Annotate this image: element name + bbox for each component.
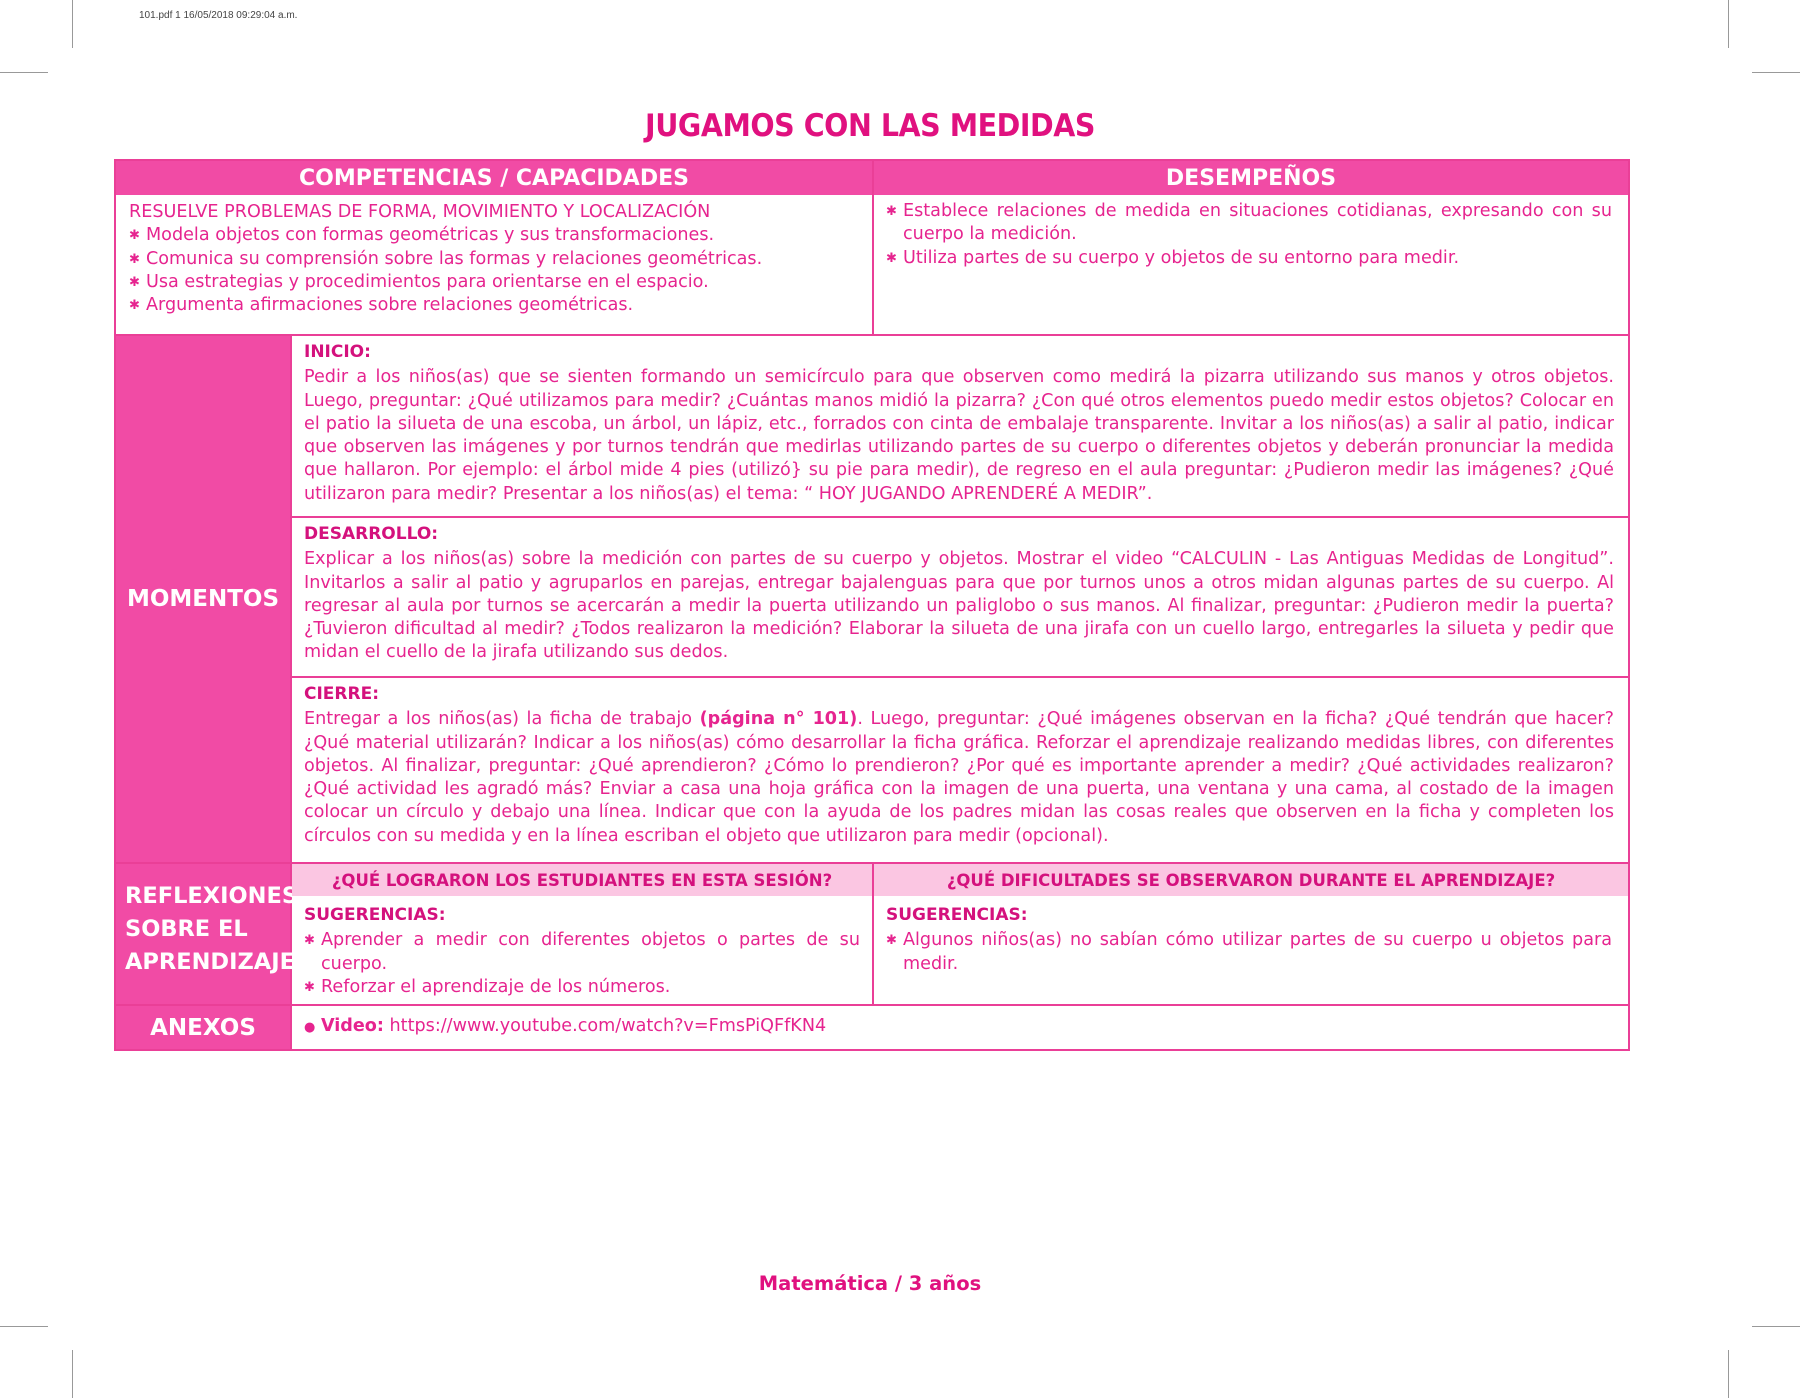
inicio-section: INICIO: Pedir a los niños(as) que se sie… (304, 341, 1614, 506)
anexos-label-text: ANEXOS (150, 1014, 256, 1041)
list-item: ✱ Algunos niños(as) no sabían cómo utiliz… (886, 929, 1612, 976)
list-item-text: Aprender a medir con diferentes objetos … (321, 930, 860, 974)
list-item-text: Modela objetos con formas geométricas y … (146, 225, 715, 246)
list-item-text: Establece relaciones de medida en situac… (903, 201, 1612, 245)
logros-header: ¿QUÉ LOGRARON LOS ESTUDIANTES EN ESTA SE… (292, 864, 872, 896)
list-item-text: Utiliza partes de su cuerpo y objetos de… (903, 247, 1460, 268)
desarrollo-section: DESARROLLO: Explicar a los niños(as) sob… (304, 523, 1614, 665)
crop-mark (0, 72, 48, 73)
page-title: JUGAMOS CON LAS MEDIDAS (645, 108, 1095, 144)
list-item: ✱ Reforzar el aprendizaje de los números. (304, 976, 860, 999)
crop-mark (1728, 0, 1729, 48)
competencias-header: COMPETENCIAS / CAPACIDADES (116, 161, 872, 195)
list-item-text: Comunica su comprensión sobre las formas… (146, 248, 763, 269)
dificultades-header: ¿QUÉ DIFICULTADES SE OBSERVARON DURANTE … (874, 864, 1628, 896)
list-item: ✱ Usa estrategias y procedimientos para o… (129, 271, 865, 294)
cierre-text-bold: (página n° 101) (699, 709, 858, 730)
list-item-text: Usa estrategias y procedimientos para or… (146, 271, 709, 292)
asterisk-icon: ✱ (304, 979, 315, 995)
divider (872, 864, 874, 1004)
asterisk-icon: ✱ (129, 274, 140, 290)
dificultades-body: SUGERENCIAS: ✱ Algunos niños(as) no sabía… (886, 904, 1612, 976)
crop-mark (72, 0, 73, 48)
asterisk-icon: ✱ (886, 204, 897, 219)
momentos-label-text: MOMENTOS (126, 586, 280, 612)
logros-list: ✱ Aprender a medir con diferentes objetos… (304, 929, 860, 999)
crop-mark (0, 1326, 48, 1327)
asterisk-icon: ✱ (129, 228, 140, 244)
video-link[interactable]: https://www.youtube.com/watch?v=FmsPiQFf… (390, 1016, 827, 1036)
list-item: ✱ Establece relaciones de medida en situa… (886, 200, 1612, 247)
divider (292, 516, 1628, 518)
desarrollo-title: DESARROLLO: (304, 524, 439, 544)
list-item: ✱ Modela objetos con formas geométricas y… (129, 224, 865, 247)
cierre-text-before: Entregar a los niños(as) la ficha de tra… (304, 709, 700, 730)
dificultades-list: ✱ Algunos niños(as) no sabían cómo utiliz… (886, 929, 1612, 976)
list-item: ✱ Argumenta afirmaciones sobre relaciones… (129, 294, 865, 317)
cierre-text-after: . Luego, preguntar: ¿Qué imágenes observ… (304, 709, 1614, 846)
session-table: COMPETENCIAS / CAPACIDADES DESEMPEÑOS RE… (114, 159, 1630, 1051)
desempenos-list: ✱ Establece relaciones de medida en situa… (886, 200, 1612, 270)
inicio-title: INICIO: (304, 342, 371, 362)
crop-mark (1752, 72, 1800, 73)
asterisk-icon: ✱ (129, 251, 140, 267)
anexos-label: ANEXOS (116, 1006, 290, 1049)
inicio-text: Pedir a los niños(as) que se sienten for… (304, 367, 1614, 504)
competencias-list: ✱ Modela objetos con formas geométricas y… (129, 224, 865, 317)
list-item-text: Argumenta afirmaciones sobre relaciones … (146, 295, 634, 316)
video-label: Video: (320, 1016, 384, 1036)
cierre-title: CIERRE: (304, 684, 380, 704)
desempenos-header: DESEMPEÑOS (874, 161, 1628, 195)
logros-body: SUGERENCIAS: ✱ Aprender a medir con difer… (304, 904, 860, 999)
reflexiones-label-text: REFLEXIONES SOBRE EL APRENDIZAJE (125, 883, 299, 975)
crop-mark (1752, 1326, 1800, 1327)
cierre-section: CIERRE: Entregar a los niños(as) la fich… (304, 683, 1614, 848)
divider (116, 1004, 1628, 1006)
reflexiones-label: REFLEXIONES SOBRE EL APRENDIZAJE (116, 864, 298, 1004)
list-item: ✱ Aprender a medir con diferentes objetos… (304, 929, 860, 976)
page-footer: Matemática / 3 años (758, 1272, 982, 1295)
dificultades-title: SUGERENCIAS: (886, 905, 1028, 925)
list-item-text: Reforzar el aprendizaje de los números. (321, 976, 671, 997)
print-header: 101.pdf 1 16/05/2018 09:29:04 a.m. (139, 10, 298, 21)
crop-mark (1728, 1350, 1729, 1398)
desarrollo-text: Explicar a los niños(as) sobre la medici… (304, 549, 1614, 663)
momentos-label: MOMENTOS (116, 336, 290, 862)
competencias-body: RESUELVE PROBLEMAS DE FORMA, MOVIMIENTO … (129, 201, 865, 317)
divider (872, 161, 874, 336)
video-bullet-icon: ● (304, 1020, 316, 1035)
asterisk-icon: ✱ (129, 298, 140, 314)
anexos-body: ● Video: https://www.youtube.com/watch?v… (304, 1015, 1614, 1039)
divider (290, 336, 292, 1049)
list-item: ✱ Utiliza partes de su cuerpo y objetos d… (886, 247, 1612, 270)
divider (116, 334, 1628, 336)
asterisk-icon: ✱ (886, 250, 897, 266)
list-item: ✱ Comunica su comprensión sobre las forma… (129, 248, 865, 271)
crop-mark (72, 1350, 73, 1398)
divider (292, 676, 1628, 678)
competencias-lead: RESUELVE PROBLEMAS DE FORMA, MOVIMIENTO … (129, 202, 711, 222)
cierre-text: Entregar a los niños(as) la ficha de tra… (304, 708, 1614, 848)
list-item-text: Algunos niños(as) no sabían cómo utiliza… (903, 930, 1612, 974)
asterisk-icon: ✱ (886, 933, 897, 949)
desempenos-body: ✱ Establece relaciones de medida en situa… (886, 200, 1612, 270)
logros-title: SUGERENCIAS: (304, 905, 446, 925)
asterisk-icon: ✱ (304, 933, 315, 949)
